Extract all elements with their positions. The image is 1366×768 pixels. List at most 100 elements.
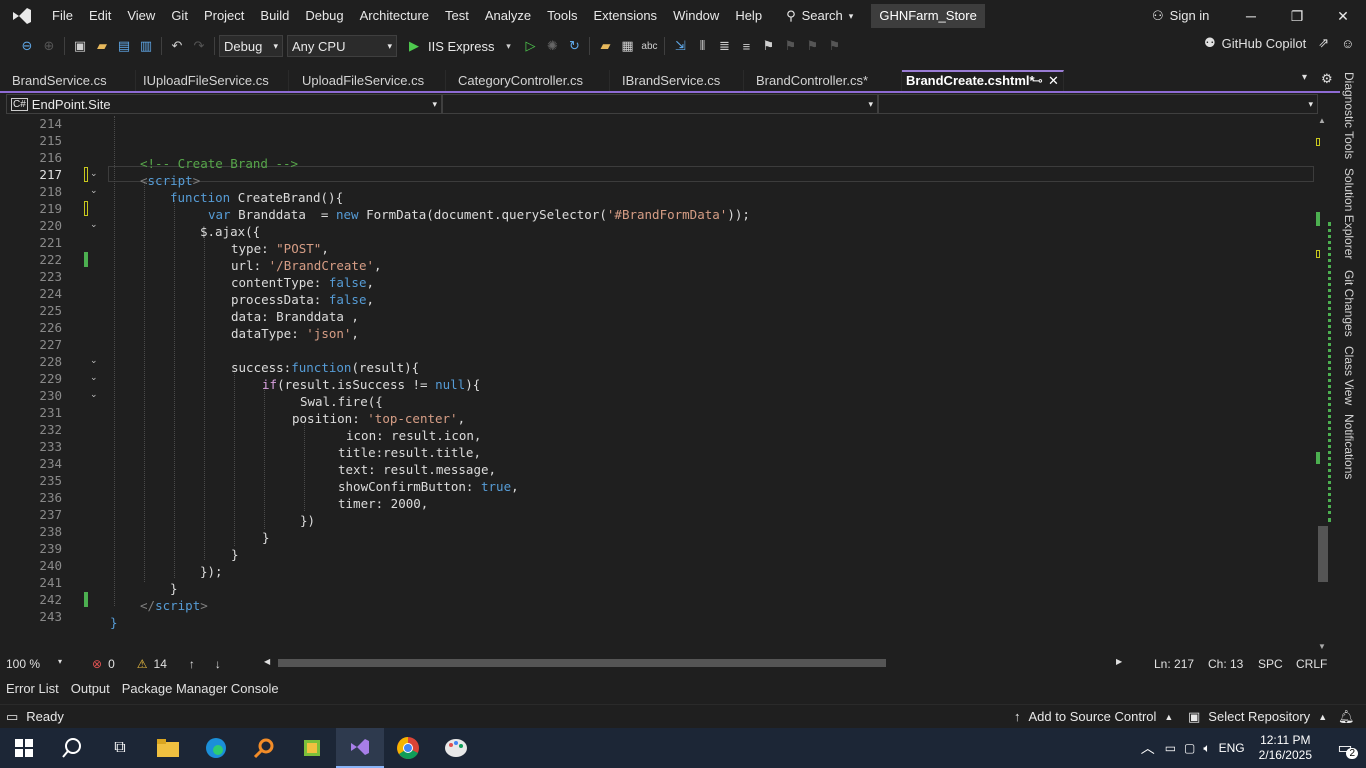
warnings-indicator[interactable]: ⚠ 14 <box>137 657 167 671</box>
scroll-thumb[interactable] <box>1318 526 1328 582</box>
fold-toggle-icon[interactable]: ⌄ <box>90 185 100 196</box>
horizontal-scroll-thumb[interactable] <box>278 659 886 667</box>
menu-debug[interactable]: Debug <box>297 0 351 32</box>
network-icon[interactable]: ▢ <box>1184 741 1195 755</box>
fold-toggle-icon[interactable]: ⌄ <box>90 389 100 400</box>
tab-package-manager-console[interactable]: Package Manager Console <box>116 681 285 696</box>
menu-help[interactable]: Help <box>727 0 770 32</box>
vertical-scrollbar[interactable]: ▲ ▼ <box>1314 116 1332 654</box>
tab-output[interactable]: Output <box>65 681 116 696</box>
project-dropdown[interactable]: C# EndPoint.Site ▾ <box>6 94 442 114</box>
restore-button[interactable]: ❐ <box>1274 0 1320 32</box>
tab-uploadfileservice[interactable]: UploadFileService.cs <box>290 70 446 92</box>
bookmark-icon[interactable]: ⚑ <box>757 35 779 57</box>
app-search-icon[interactable] <box>240 728 288 768</box>
sticky-app-icon[interactable] <box>288 728 336 768</box>
menu-project[interactable]: Project <box>196 0 252 32</box>
save-icon[interactable]: ▤ <box>113 35 135 57</box>
menu-build[interactable]: Build <box>252 0 297 32</box>
rail-notifications[interactable]: Notifications <box>1342 414 1356 479</box>
task-view-icon[interactable]: ⧉ <box>96 728 144 768</box>
tab-ibrandservice[interactable]: IBrandService.cs <box>610 70 744 92</box>
menu-view[interactable]: View <box>119 0 163 32</box>
zoom-dropdown[interactable]: 100 % ▾ <box>6 657 66 671</box>
platform-dropdown[interactable]: Any CPU ▾ <box>287 35 397 57</box>
menu-analyze[interactable]: Analyze <box>477 0 539 32</box>
horizontal-scrollbar[interactable]: ◀ ▶ <box>264 655 1124 672</box>
visual-studio-taskbar-icon[interactable] <box>336 728 384 768</box>
type-dropdown[interactable]: ▾ <box>442 94 878 114</box>
file-explorer-icon[interactable] <box>144 728 192 768</box>
fold-toggle-icon[interactable]: ⌄ <box>90 372 100 383</box>
menu-edit[interactable]: Edit <box>81 0 119 32</box>
rail-diagnostic-tools[interactable]: Diagnostic Tools <box>1342 72 1356 159</box>
clock[interactable]: 12:11 PM 2/16/2025 <box>1259 733 1312 763</box>
whitespace-indicator[interactable]: SPC <box>1258 657 1283 671</box>
chrome-icon[interactable] <box>384 728 432 768</box>
errors-indicator[interactable]: ⊗ 0 <box>92 657 115 671</box>
member-dropdown[interactable]: ▾ <box>878 94 1318 114</box>
chevron-up-icon[interactable]: ︿ <box>1141 738 1155 758</box>
clear-bookmarks-icon[interactable]: ⚑ <box>823 35 845 57</box>
columns-icon[interactable]: ⫴ <box>691 35 713 57</box>
menu-architecture[interactable]: Architecture <box>352 0 437 32</box>
add-to-source-control-button[interactable]: ↑ Add to Source Control ▲ <box>1014 709 1173 724</box>
open-folder-icon[interactable]: ▰ <box>91 35 113 57</box>
tab-list-dropdown-icon[interactable]: ▾ <box>1302 72 1307 83</box>
solution-name-badge[interactable]: GHNFarm_Store <box>871 4 985 28</box>
folder-icon[interactable]: ▰ <box>594 35 616 57</box>
rail-class-view[interactable]: Class View <box>1342 346 1356 405</box>
prev-bookmark-icon[interactable]: ⚑ <box>779 35 801 57</box>
forward-icon[interactable]: ⊕ <box>38 35 60 57</box>
sign-in-button[interactable]: ⚇ Sign in <box>1152 0 1209 32</box>
notifications-bell-icon[interactable]: 🔔︎ <box>1338 709 1355 725</box>
play-icon[interactable]: ▶ <box>403 35 425 57</box>
menu-test[interactable]: Test <box>437 0 477 32</box>
menu-file[interactable]: File <box>44 0 81 32</box>
menu-tools[interactable]: Tools <box>539 0 585 32</box>
github-copilot-button[interactable]: ⚉ GitHub Copilot ⇗ ☺ <box>1204 35 1354 51</box>
run-target-button[interactable]: IIS Express <box>425 39 497 54</box>
outdent-icon[interactable]: ≡ <box>735 35 757 57</box>
indent-icon[interactable]: ≣ <box>713 35 735 57</box>
close-tab-icon[interactable]: ✕ <box>1048 72 1059 90</box>
select-repository-button[interactable]: ▣ Select Repository ▲ <box>1188 709 1327 725</box>
search-button[interactable]: ⚲ Search ▾ <box>778 4 861 28</box>
chevron-down-icon[interactable]: ▾ <box>497 35 519 57</box>
rail-solution-explorer[interactable]: Solution Explorer <box>1342 168 1356 259</box>
tab-iuploadfileservice[interactable]: IUploadFileService.cs <box>131 70 289 92</box>
fold-toggle-icon[interactable]: ⌄ <box>90 355 100 366</box>
tab-categorycontroller[interactable]: CategoryController.cs <box>446 70 610 92</box>
menu-extensions[interactable]: Extensions <box>585 0 665 32</box>
tab-error-list[interactable]: Error List <box>0 681 65 696</box>
hot-reload-icon[interactable]: ✺ <box>541 35 563 57</box>
tab-brandservice[interactable]: BrandService.cs <box>0 70 136 92</box>
minimize-button[interactable]: ─ <box>1228 0 1274 32</box>
configuration-dropdown[interactable]: Debug ▾ <box>219 35 283 57</box>
language-indicator[interactable]: ENG <box>1219 741 1245 755</box>
rail-git-changes[interactable]: Git Changes <box>1342 270 1356 337</box>
prev-issue-icon[interactable]: ↑ <box>189 657 195 671</box>
save-all-icon[interactable]: ▥ <box>135 35 157 57</box>
close-window-button[interactable]: ✕ <box>1320 0 1366 32</box>
tab-brandcontroller[interactable]: BrandController.cs* <box>744 70 902 92</box>
redo-icon[interactable]: ↷ <box>188 35 210 57</box>
windows-start-icon[interactable] <box>0 728 48 768</box>
column-indicator[interactable]: Ch: 13 <box>1208 657 1243 671</box>
start-without-debugging-icon[interactable]: ▷ <box>519 35 541 57</box>
fold-toggle-icon[interactable]: ⌄ <box>90 168 100 179</box>
battery-icon[interactable]: ▭ <box>1165 741 1176 755</box>
pin-icon[interactable]: ⊸ <box>1032 72 1043 90</box>
next-issue-icon[interactable]: ↓ <box>215 657 221 671</box>
line-ending-indicator[interactable]: CRLF <box>1296 657 1327 671</box>
notification-center-icon[interactable]: ▭ 2 <box>1330 733 1360 763</box>
menu-window[interactable]: Window <box>665 0 727 32</box>
fold-toggle-icon[interactable]: ⌄ <box>90 219 100 230</box>
step-icon[interactable]: ⇲ <box>669 35 691 57</box>
edge-icon[interactable] <box>192 728 240 768</box>
refresh-icon[interactable]: ↻ <box>563 35 585 57</box>
scroll-up-icon[interactable]: ▲ <box>1318 116 1326 125</box>
new-project-icon[interactable]: ▣ <box>69 35 91 57</box>
tab-brandcreate[interactable]: BrandCreate.cshtml* ⊸ ✕ <box>902 70 1064 92</box>
scroll-left-icon[interactable]: ◀ <box>264 657 270 666</box>
